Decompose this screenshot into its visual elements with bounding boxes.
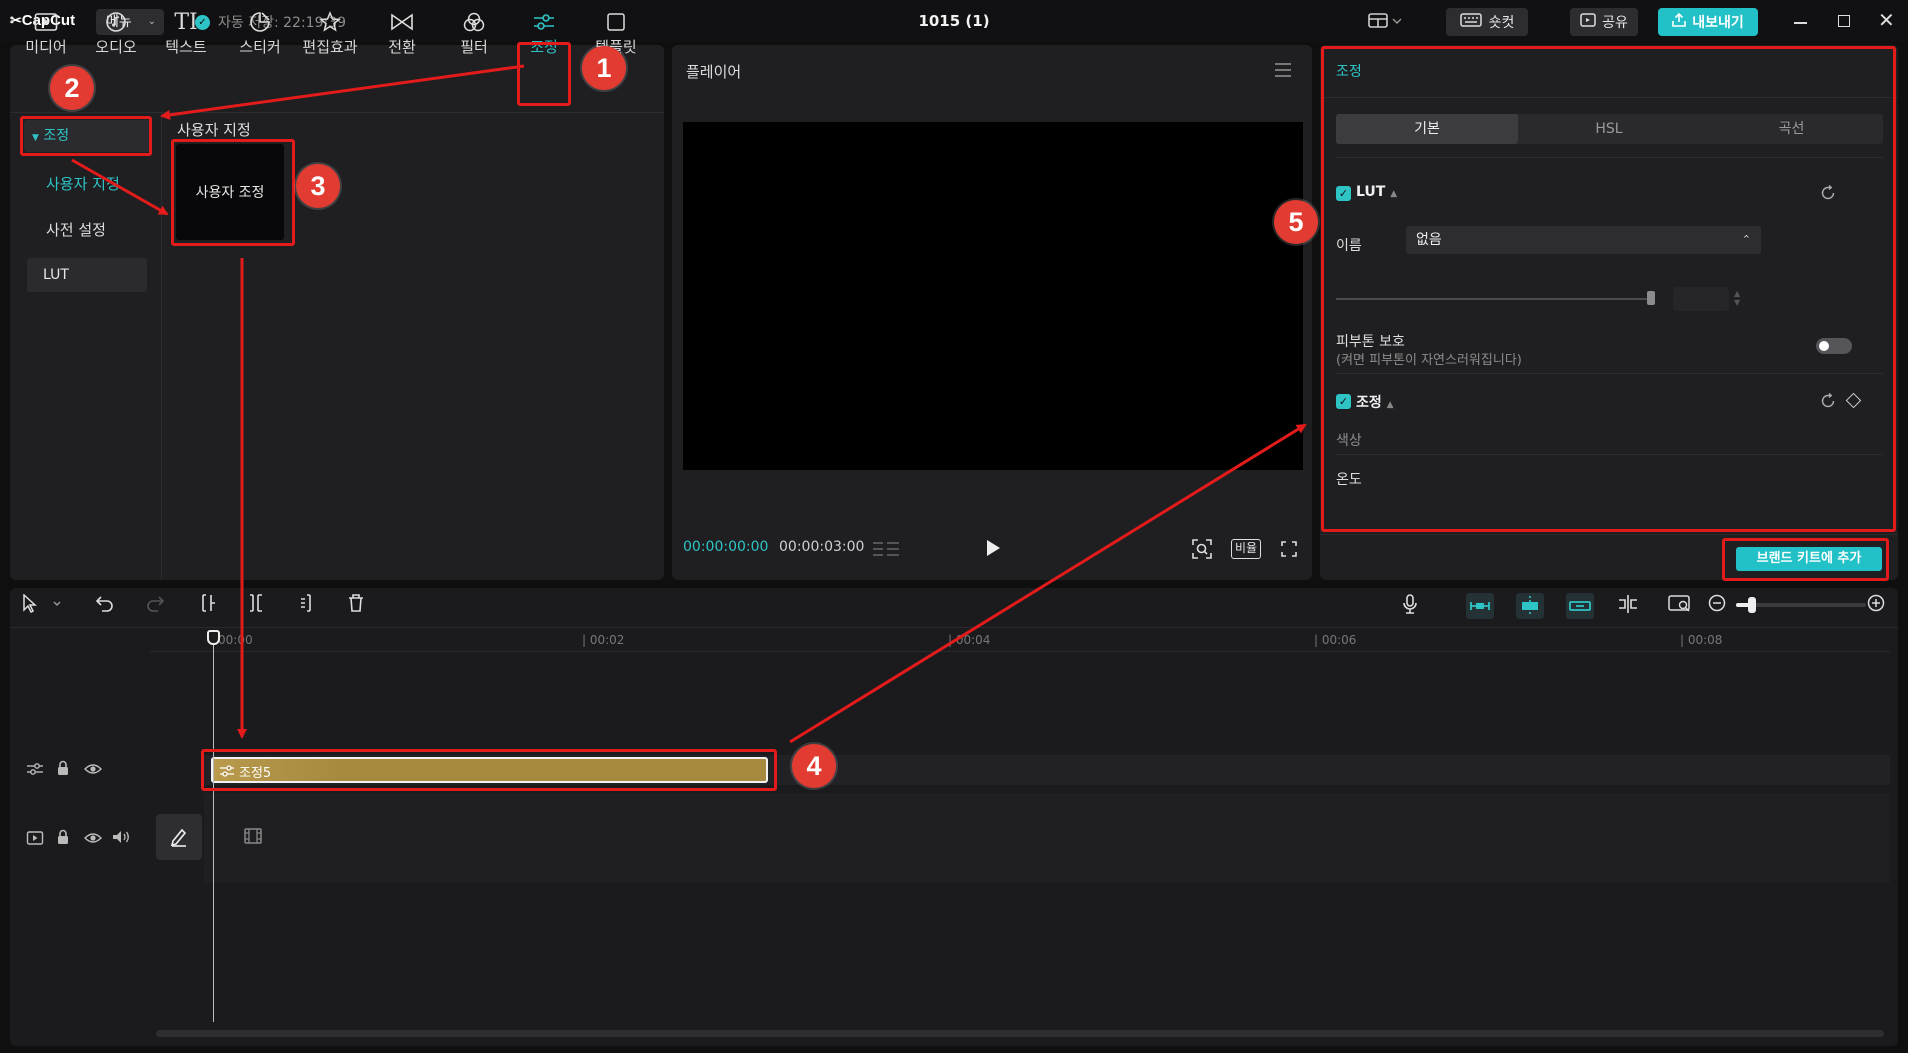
arrow-2-to-3 <box>71 158 169 216</box>
annotation-arrows <box>71 64 1307 744</box>
arrow-1-to-2 <box>160 64 525 120</box>
arrow-4-to-5 <box>789 423 1307 744</box>
